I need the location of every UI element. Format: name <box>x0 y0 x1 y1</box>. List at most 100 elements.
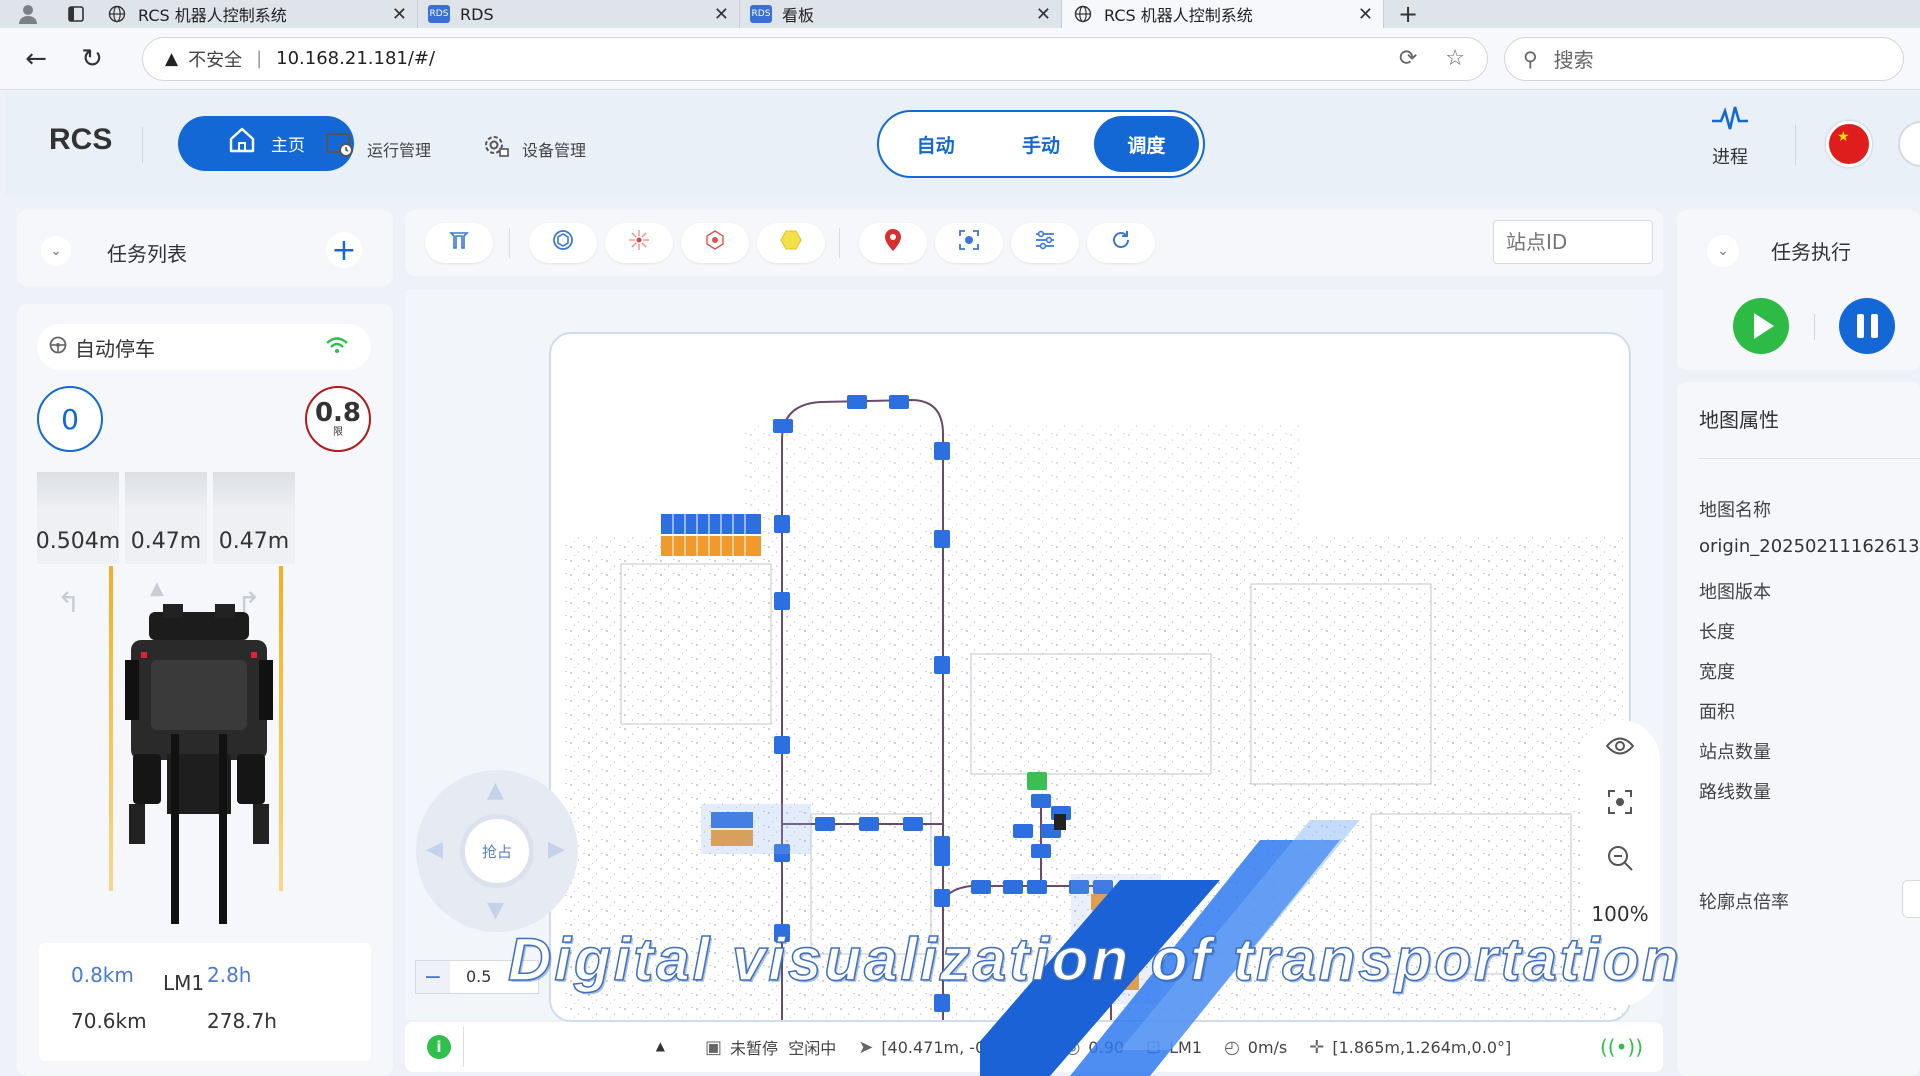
browser-tab[interactable]: RDS 看板 ✕ <box>740 0 1062 28</box>
chevron-down-icon[interactable]: ⌄ <box>41 236 71 266</box>
favorite-star-icon[interactable]: ☆ <box>1445 46 1465 71</box>
station-id-input[interactable] <box>1493 220 1653 264</box>
odometer-time-total: 278.7h <box>207 1009 277 1033</box>
home-label: 主页 <box>271 136 305 156</box>
task-list-title: 任务列表 <box>107 242 187 266</box>
browser-tab[interactable]: RDS RDS ✕ <box>418 0 740 28</box>
joystick-up-icon[interactable]: ▲ <box>487 778 504 803</box>
close-icon[interactable]: ✕ <box>1358 4 1373 25</box>
sensor-center-distance: 0.47m <box>125 472 207 564</box>
location-pin-icon <box>883 228 903 258</box>
nav-device-management[interactable]: 设备管理 <box>480 131 586 166</box>
device-settings-icon <box>480 131 510 166</box>
search-input[interactable]: ⚲ 搜索 <box>1504 36 1904 81</box>
network-icon <box>627 228 651 258</box>
address-bar-row: ← ↻ ▲ 不安全 | 10.168.21.181/#/ ⟳ ☆ ⚲ 搜索 <box>0 28 1920 90</box>
station-count-label: 站点数量 <box>1699 742 1771 763</box>
browser-tab-active[interactable]: RCS 机器人控制系统 ✕ <box>1062 0 1384 28</box>
map-canvas[interactable] <box>549 332 1631 1022</box>
url-text: 10.168.21.181/#/ <box>276 48 436 69</box>
close-icon[interactable]: ✕ <box>1036 4 1051 25</box>
map-attributes-panel: 地图属性 地图名称 origin_20250211162613 地图版本 长度 … <box>1677 382 1920 1076</box>
reload-icon[interactable]: ↻ <box>72 39 112 79</box>
globe-icon <box>106 5 128 23</box>
odometer-map: LM1 <box>163 971 205 995</box>
avatar[interactable] <box>1898 121 1920 167</box>
scale-decrease-button[interactable]: − <box>416 961 450 993</box>
rds-icon: RDS <box>750 5 772 23</box>
pose-readout: ✛ [1.865m,1.264m,0.0°] <box>1309 1036 1512 1058</box>
signal-icon: ((•)) <box>1599 1035 1643 1059</box>
joystick-left-icon[interactable]: ◀ <box>426 837 443 862</box>
app-logo: RCS <box>49 123 113 156</box>
task-list-panel: ⌄ 任务列表 + <box>17 210 393 286</box>
joystick-right-icon[interactable]: ▶ <box>548 837 565 862</box>
zoom-percent: 100% <box>1591 902 1649 926</box>
tab-title: 看板 <box>782 6 815 25</box>
tab-actions-icon[interactable] <box>56 0 96 28</box>
wifi-icon <box>325 335 349 360</box>
area-tool-button[interactable] <box>757 223 825 263</box>
translate-icon[interactable]: ⟳ <box>1399 46 1417 71</box>
mode-dispatch-button[interactable]: 调度 <box>1093 116 1199 172</box>
task-exec-panel: ⌄ 任务执行 <box>1677 210 1920 370</box>
mode-auto-button[interactable]: 自动 <box>883 116 988 172</box>
odometer-distance-short: 0.8km <box>71 963 134 987</box>
hub-tool-button[interactable] <box>681 223 749 263</box>
cone-tool-button[interactable] <box>425 223 493 263</box>
refresh-button[interactable] <box>1087 223 1155 263</box>
close-icon[interactable]: ✕ <box>714 4 729 25</box>
play-button[interactable] <box>1733 298 1789 354</box>
back-arrow-icon[interactable]: ← <box>16 39 56 79</box>
sensor-left-distance: 0.504m <box>36 472 120 564</box>
settings-tool-button[interactable] <box>1011 223 1079 263</box>
mode-manual-button[interactable]: 手动 <box>988 116 1093 172</box>
focus-icon <box>957 228 981 258</box>
profile-icon[interactable] <box>0 0 56 28</box>
url-field[interactable]: ▲ 不安全 | 10.168.21.181/#/ ⟳ ☆ <box>142 36 1488 81</box>
map-width-label: 宽度 <box>1699 662 1735 683</box>
refresh-icon <box>1109 228 1133 258</box>
tab-title: RCS 机器人控制系统 <box>1104 6 1253 25</box>
badge-tool-button[interactable] <box>529 223 597 263</box>
chevron-down-icon[interactable]: ⌄ <box>1707 235 1739 267</box>
browser-tab[interactable]: RCS 机器人控制系统 ✕ <box>96 0 418 28</box>
odometer-distance-total: 70.6km <box>71 1009 147 1033</box>
close-icon[interactable]: ✕ <box>392 4 407 25</box>
network-tool-button[interactable] <box>605 223 673 263</box>
status-bar: i ▲ ▣ 未暂停 空闲中 ➤ [40.471m, -0.483m] ◎ 0.9… <box>405 1022 1663 1072</box>
new-tab-icon[interactable]: + <box>1398 0 1418 28</box>
confidence-readout: ◎ 0.90 <box>1064 1036 1125 1058</box>
focus-tool-button[interactable] <box>935 223 1003 263</box>
badge-icon <box>551 228 575 258</box>
joystick-down-icon[interactable]: ▼ <box>487 898 504 923</box>
nav-operation-management[interactable]: 运行管理 <box>325 131 431 166</box>
map-attributes-title: 地图属性 <box>1699 408 1779 432</box>
rds-icon: RDS <box>428 5 450 23</box>
speed-limit-sign: 0.8 限 <box>305 386 371 452</box>
task-exec-title: 任务执行 <box>1771 240 1851 264</box>
sensor-right-distance: 0.47m <box>213 472 295 564</box>
pause-button[interactable] <box>1839 298 1895 354</box>
preempt-button[interactable]: 抢占 <box>460 814 534 888</box>
contour-ratio-label: 轮廓点倍率 <box>1699 892 1789 913</box>
pointer-icon: ➤ <box>858 1036 874 1058</box>
language-flag-icon[interactable] <box>1826 121 1872 167</box>
message-select[interactable]: ▲ <box>463 1027 683 1067</box>
location-tool-button[interactable] <box>859 223 927 263</box>
progress-button[interactable]: 进程 <box>1710 105 1750 169</box>
contour-ratio-input[interactable] <box>1902 880 1920 918</box>
add-task-button[interactable]: + <box>326 232 362 268</box>
joystick[interactable]: ▲ ▼ ◀ ▶ 抢占 <box>416 770 578 932</box>
route-count-label: 路线数量 <box>1699 782 1771 803</box>
scale-value: 0.5 <box>466 967 492 986</box>
turn-left-icon: ↰ <box>57 586 81 619</box>
zoom-out-icon[interactable] <box>1580 844 1660 879</box>
vehicle-panel: 自动停车 0 0.8 限 0.504m 0.47m 0.47m ↰ ▲ ↱ 0.… <box>17 304 393 1076</box>
center-focus-icon[interactable] <box>1580 788 1660 823</box>
pulse-icon <box>1710 106 1750 141</box>
info-icon[interactable]: i <box>427 1035 451 1059</box>
eye-icon[interactable] <box>1580 734 1660 764</box>
warning-icon: ▲ <box>165 48 179 69</box>
speedometer-icon: ◴ <box>1224 1036 1240 1058</box>
